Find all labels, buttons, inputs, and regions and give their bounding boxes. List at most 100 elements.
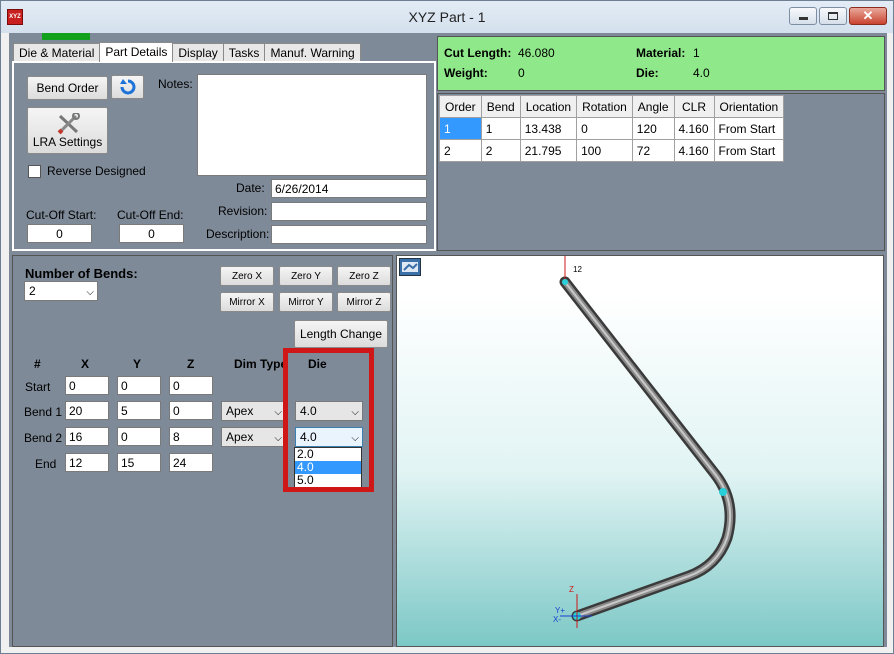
bend-table: Order Bend Location Rotation Angle CLR O… bbox=[439, 95, 785, 162]
refresh-button[interactable] bbox=[111, 75, 144, 99]
bend-1-dim-type-select[interactable]: Apex ⌵ bbox=[221, 401, 286, 421]
col-header-x: X bbox=[81, 357, 90, 371]
row-label-bend-1: Bend 1 bbox=[24, 405, 63, 419]
table-cell[interactable]: From Start bbox=[713, 117, 785, 140]
bend-2-y-field[interactable]: 0 bbox=[117, 427, 161, 446]
column-header-clr[interactable]: CLR bbox=[673, 95, 715, 118]
tab-part-details[interactable]: Part Details bbox=[99, 42, 174, 62]
number-of-bends-label: Number of Bends: bbox=[25, 266, 138, 281]
column-header-location[interactable]: Location bbox=[519, 95, 578, 118]
close-icon: ✕ bbox=[862, 8, 874, 23]
part-details-panel: Bend Order LRA Settings Notes: Reverse D… bbox=[12, 61, 436, 251]
cut-length-label: Cut Length: bbox=[444, 46, 512, 60]
reverse-designed-checkbox[interactable] bbox=[28, 165, 41, 178]
tab-die-material[interactable]: Die & Material bbox=[13, 43, 101, 62]
axis-y-label: Y+ bbox=[555, 606, 565, 615]
table-row[interactable]: 1 1 13.438 0 120 4.160 From Start bbox=[439, 117, 785, 140]
col-header-z: Z bbox=[187, 357, 195, 371]
cut-length-value: 46.080 bbox=[518, 46, 555, 60]
end-y-field[interactable]: 15 bbox=[117, 453, 161, 472]
revision-label: Revision: bbox=[218, 204, 268, 218]
start-z-field[interactable]: 0 bbox=[169, 376, 213, 395]
revision-field[interactable] bbox=[271, 202, 427, 221]
table-cell[interactable]: 72 bbox=[631, 139, 675, 162]
column-header-orientation[interactable]: Orientation bbox=[713, 95, 785, 118]
column-header-order[interactable]: Order bbox=[439, 95, 482, 118]
number-of-bends-value: 2 bbox=[29, 284, 36, 298]
bend-1-x-field[interactable]: 20 bbox=[65, 401, 109, 420]
column-header-rotation[interactable]: Rotation bbox=[576, 95, 633, 118]
end-x-field[interactable]: 12 bbox=[65, 453, 109, 472]
mirror-y-button[interactable]: Mirror Y bbox=[279, 292, 333, 312]
axis-x-label: X- bbox=[553, 615, 561, 624]
die-value: 4.0 bbox=[693, 66, 710, 80]
bend-2-dim-type-select[interactable]: Apex ⌵ bbox=[221, 427, 286, 447]
zero-z-button[interactable]: Zero Z bbox=[337, 266, 391, 286]
table-cell[interactable]: 1 bbox=[480, 117, 521, 140]
table-cell[interactable]: 120 bbox=[631, 117, 675, 140]
notes-textarea[interactable] bbox=[197, 74, 427, 176]
maximize-icon bbox=[828, 12, 838, 20]
minimize-icon bbox=[798, 17, 808, 20]
bend-1-dim-type-value: Apex bbox=[226, 404, 254, 418]
table-row[interactable]: 2 2 21.795 100 72 4.160 From Start bbox=[439, 139, 785, 162]
bend-2-z-field[interactable]: 8 bbox=[169, 427, 213, 446]
col-header-number: # bbox=[34, 357, 41, 371]
table-cell[interactable]: From Start bbox=[713, 139, 785, 162]
table-cell[interactable]: 4.160 bbox=[673, 139, 715, 162]
description-label: Description: bbox=[206, 227, 270, 241]
description-field[interactable] bbox=[271, 225, 427, 244]
table-cell[interactable]: 13.438 bbox=[519, 117, 578, 140]
bend-2-dim-type-value: Apex bbox=[226, 430, 254, 444]
tab-manuf-warning[interactable]: Manuf. Warning bbox=[264, 43, 361, 62]
table-cell[interactable]: 0 bbox=[576, 117, 633, 140]
bend-table-panel: Order Bend Location Rotation Angle CLR O… bbox=[437, 93, 885, 251]
table-cell[interactable]: 2 bbox=[439, 139, 482, 162]
3d-viewer[interactable]: 12 Z Y+ X- bbox=[396, 255, 884, 647]
end-z-field[interactable]: 24 bbox=[169, 453, 213, 472]
main-window: XYZ XYZ Part - 1 ✕ Die & Material Part D… bbox=[0, 0, 894, 654]
row-label-start: Start bbox=[25, 380, 51, 394]
start-y-field[interactable]: 0 bbox=[117, 376, 161, 395]
cutoff-start-field[interactable]: 0 bbox=[27, 224, 92, 243]
material-label: Material: bbox=[636, 46, 686, 60]
minimize-button[interactable] bbox=[789, 7, 817, 25]
row-label-end: End bbox=[35, 457, 57, 471]
tab-tasks[interactable]: Tasks bbox=[222, 43, 266, 62]
maximize-button[interactable] bbox=[819, 7, 847, 25]
mirror-x-button[interactable]: Mirror X bbox=[220, 292, 274, 312]
date-field[interactable]: 6/26/2014 bbox=[271, 179, 427, 198]
summary-panel: Cut Length: 46.080 Weight: 0 Material: 1… bbox=[437, 36, 885, 91]
weight-value: 0 bbox=[518, 66, 525, 80]
bend-1-z-field[interactable]: 0 bbox=[169, 401, 213, 420]
bend-1-y-field[interactable]: 5 bbox=[117, 401, 161, 420]
length-change-button[interactable]: Length Change bbox=[294, 320, 388, 348]
col-header-y: Y bbox=[133, 357, 142, 371]
tube-end-label: 12 bbox=[573, 265, 582, 274]
notes-label: Notes: bbox=[158, 77, 193, 91]
number-of-bends-select[interactable]: 2 ⌵ bbox=[24, 281, 98, 301]
highlight-annotation-box bbox=[283, 348, 374, 492]
table-cell[interactable]: 2 bbox=[480, 139, 521, 162]
start-x-field[interactable]: 0 bbox=[65, 376, 109, 395]
lra-settings-button[interactable]: LRA Settings bbox=[27, 107, 108, 154]
table-cell[interactable]: 100 bbox=[576, 139, 633, 162]
bend-2-x-field[interactable]: 16 bbox=[65, 427, 109, 446]
column-header-bend[interactable]: Bend bbox=[480, 95, 521, 118]
tab-strip: Die & Material Part Details Display Task… bbox=[13, 42, 361, 62]
tab-display[interactable]: Display bbox=[172, 43, 224, 62]
bend-order-button[interactable]: Bend Order bbox=[27, 76, 108, 100]
column-header-angle[interactable]: Angle bbox=[631, 95, 675, 118]
material-value: 1 bbox=[693, 46, 700, 60]
close-button[interactable]: ✕ bbox=[849, 7, 887, 25]
cutoff-end-field[interactable]: 0 bbox=[119, 224, 184, 243]
zero-y-button[interactable]: Zero Y bbox=[279, 266, 333, 286]
chevron-down-icon: ⌵ bbox=[274, 433, 282, 444]
table-cell[interactable]: 21.795 bbox=[519, 139, 578, 162]
mirror-z-button[interactable]: Mirror Z bbox=[337, 292, 391, 312]
title-bar[interactable]: XYZ XYZ Part - 1 ✕ bbox=[1, 1, 893, 33]
zero-x-button[interactable]: Zero X bbox=[220, 266, 274, 286]
table-cell[interactable]: 1 bbox=[439, 117, 482, 140]
date-label: Date: bbox=[236, 181, 265, 195]
table-cell[interactable]: 4.160 bbox=[673, 117, 715, 140]
